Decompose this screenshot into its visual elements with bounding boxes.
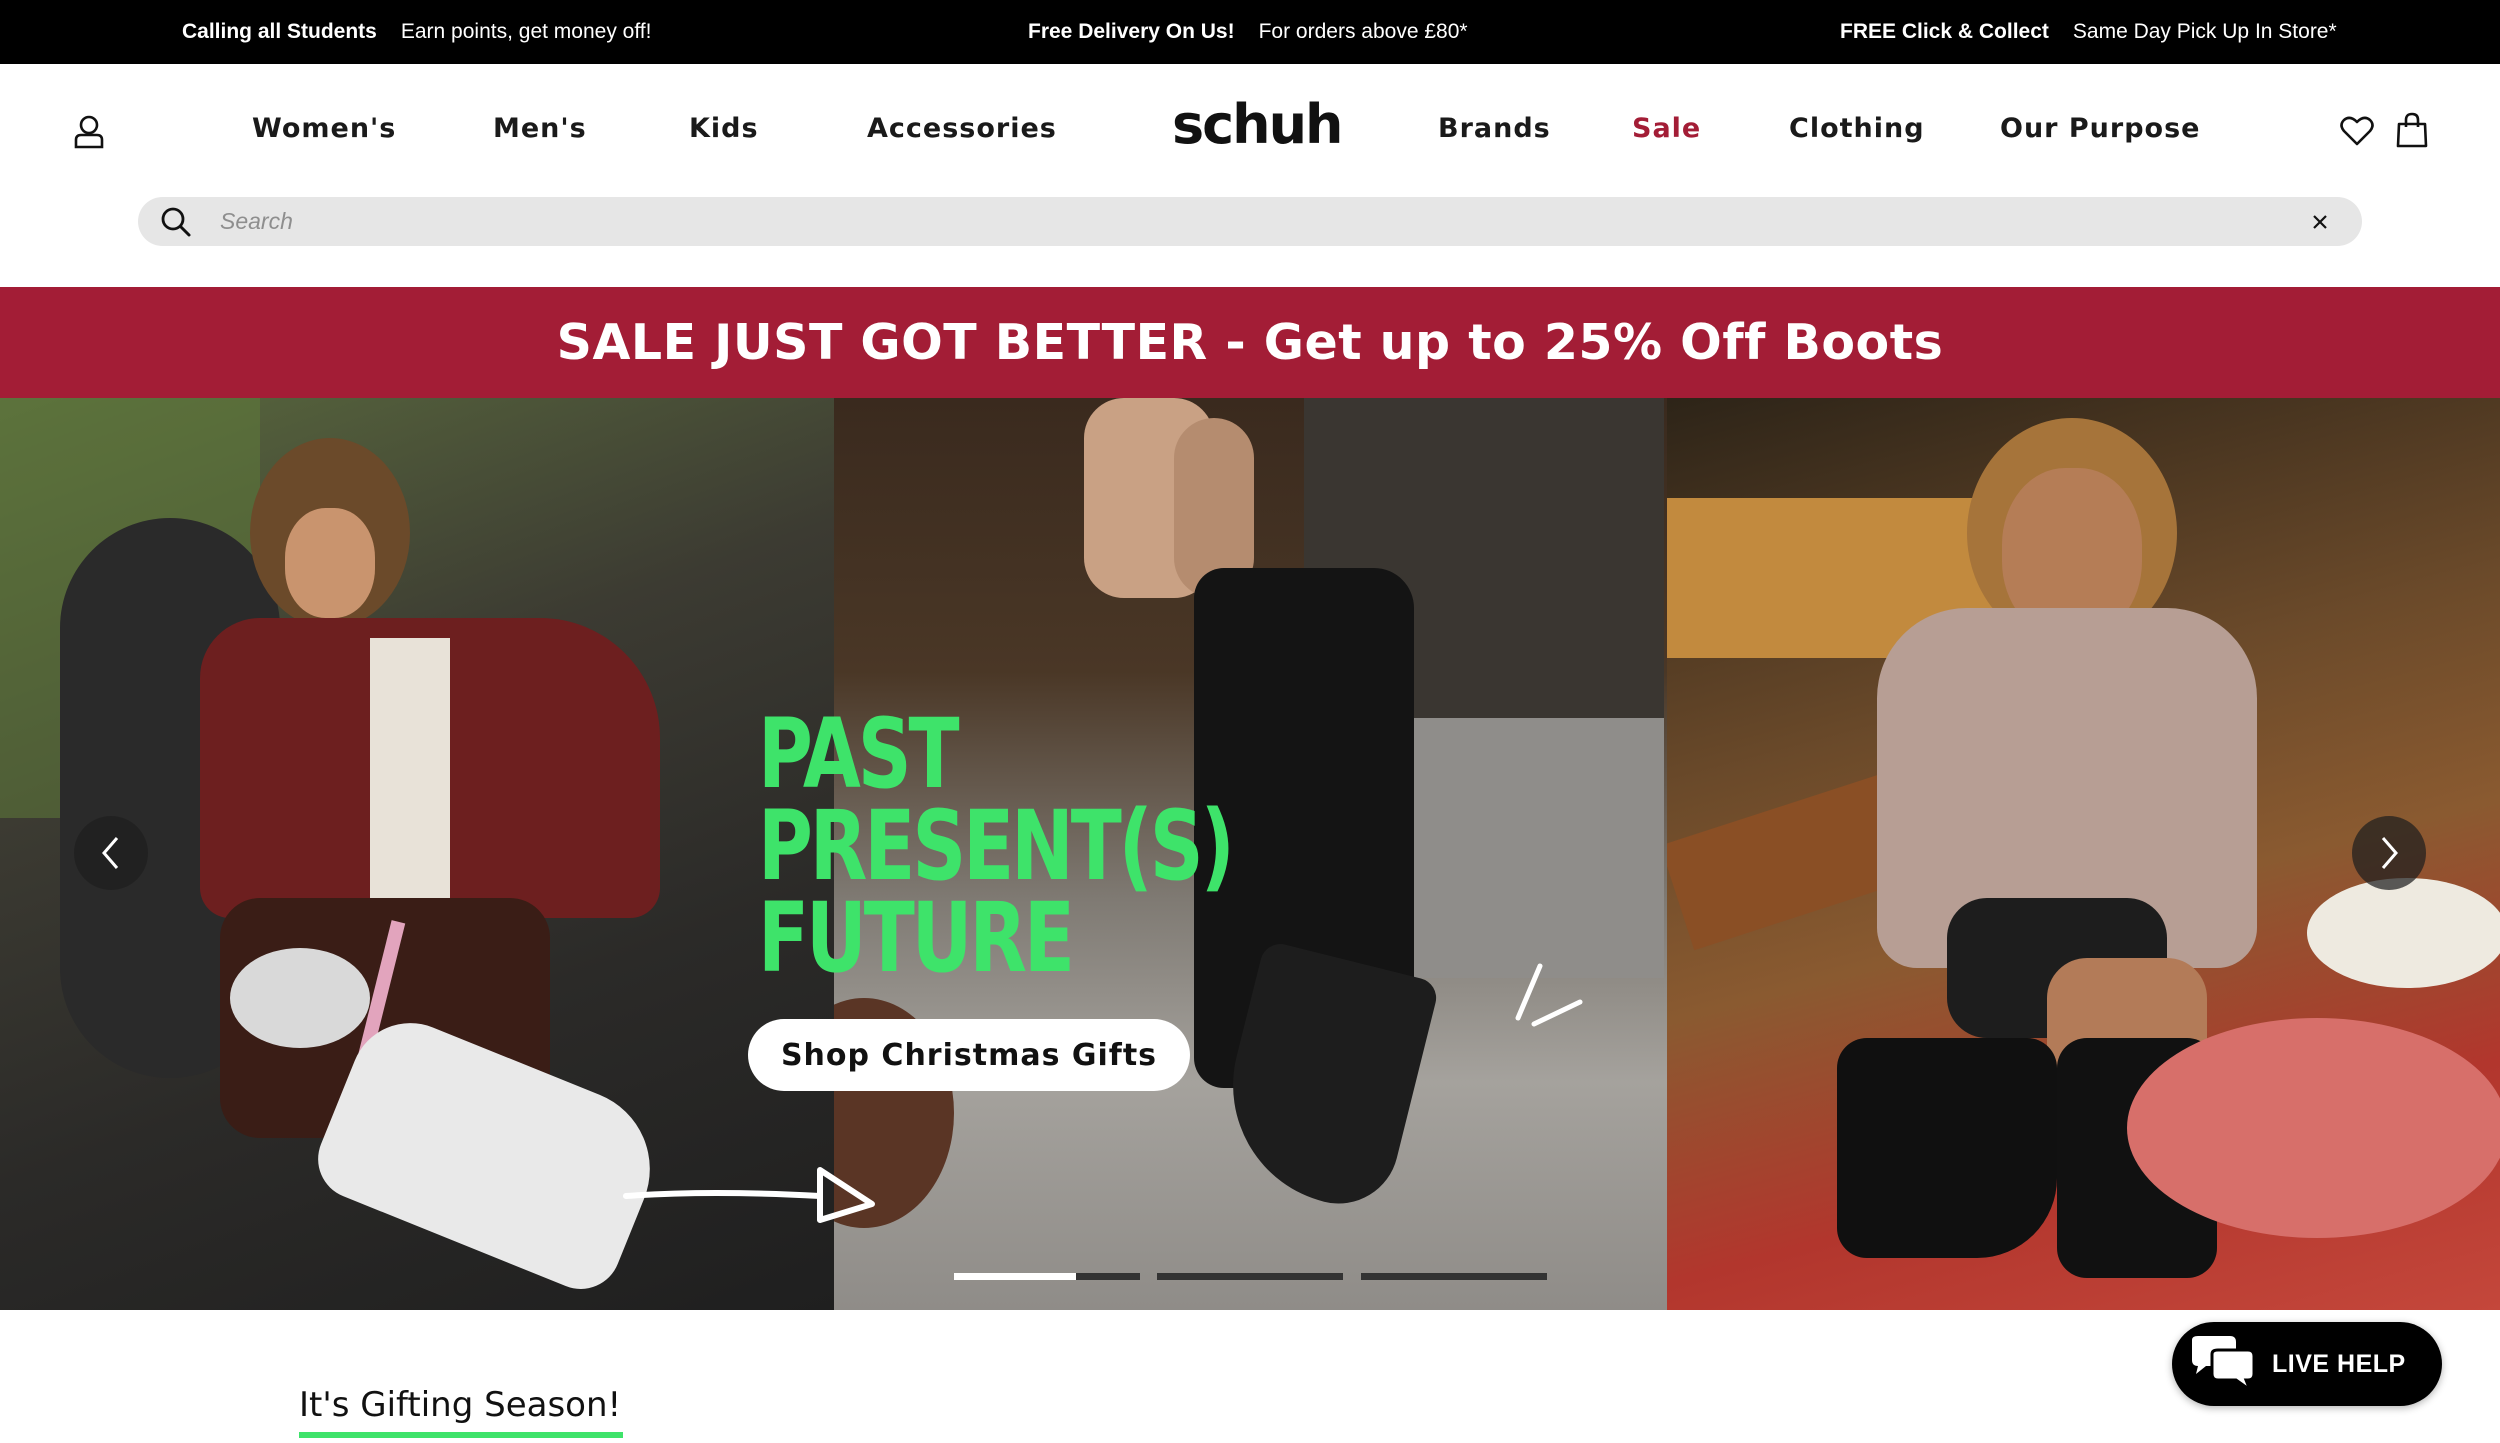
search-bar [138,197,2362,246]
promo-delivery-title: Free Delivery On Us! [1028,20,1235,43]
carousel-indicator-3[interactable] [1361,1273,1547,1280]
nav-sale[interactable]: Sale [1632,106,1701,150]
sale-banner[interactable]: SALE JUST GOT BETTER - Get up to 25% Off… [0,287,2500,398]
search-input[interactable] [220,197,2220,246]
carousel-prev-button[interactable] [74,816,148,890]
promo-delivery[interactable]: Free Delivery On Us! For orders above £8… [1028,0,1468,64]
nav-mens[interactable]: Men's [493,106,587,150]
live-help-label: LIVE HELP [2272,1349,2406,1378]
nav-kids[interactable]: Kids [689,106,759,150]
chat-bubbles-icon [2192,1336,2256,1394]
promo-click-collect-text: Same Day Pick Up In Store* [2072,20,2337,43]
hero-headline-line-3: FUTURE [758,882,1075,994]
chevron-left-icon [102,837,119,869]
hero-headline-line-2: PRESENT(S) [758,790,1235,902]
section-underline [299,1432,623,1438]
schuh-logo[interactable]: schuh [1172,93,1343,156]
search-icon[interactable] [160,206,192,238]
live-help-button[interactable]: LIVE HELP [2172,1322,2442,1406]
hero-headline-line-1: PAST [758,698,960,810]
promo-delivery-text: For orders above £80* [1258,20,1468,43]
nav-brands[interactable]: Brands [1438,106,1551,150]
heart-icon[interactable] [2340,114,2374,148]
nav-clothing[interactable]: Clothing [1789,106,1925,150]
user-icon[interactable] [72,114,106,150]
hero-carousel: PAST PRESENT(S) FUTURE Shop Christmas Gi… [0,398,2500,1310]
carousel-indicator-1-track[interactable] [1076,1273,1140,1280]
sale-banner-text: SALE JUST GOT BETTER - Get up to 25% Off… [556,314,1944,371]
promo-bar: Calling all Students Earn points, get mo… [0,0,2500,64]
shopping-bag-icon[interactable] [2396,112,2428,148]
shop-christmas-gifts-button[interactable]: Shop Christmas Gifts [748,1019,1190,1091]
close-icon[interactable] [2310,212,2330,232]
site-header: Women's Men's Kids Accessories schuh Bra… [0,64,2500,286]
carousel-indicators [954,1273,1548,1281]
arrow-icon [623,1167,875,1223]
promo-students-title: Calling all Students [182,20,377,43]
promo-click-collect-title: FREE Click & Collect [1840,20,2049,43]
chevron-right-icon [2381,837,2398,869]
sparkle-icon [1515,963,1583,1027]
hero-headline: PAST PRESENT(S) FUTURE [758,698,1235,994]
carousel-indicator-1-progress[interactable] [954,1273,1076,1280]
nav-our-purpose[interactable]: Our Purpose [2000,106,2200,150]
promo-students-text: Earn points, get money off! [400,20,652,43]
nav-womens[interactable]: Women's [252,106,396,150]
promo-students[interactable]: Calling all Students Earn points, get mo… [182,0,651,64]
promo-click-collect[interactable]: FREE Click & Collect Same Day Pick Up In… [1840,0,2337,64]
nav-accessories[interactable]: Accessories [867,106,1057,150]
carousel-next-button[interactable] [2352,816,2426,890]
carousel-indicator-2[interactable] [1157,1273,1343,1280]
section-title: It's Gifting Season! [299,1385,622,1425]
